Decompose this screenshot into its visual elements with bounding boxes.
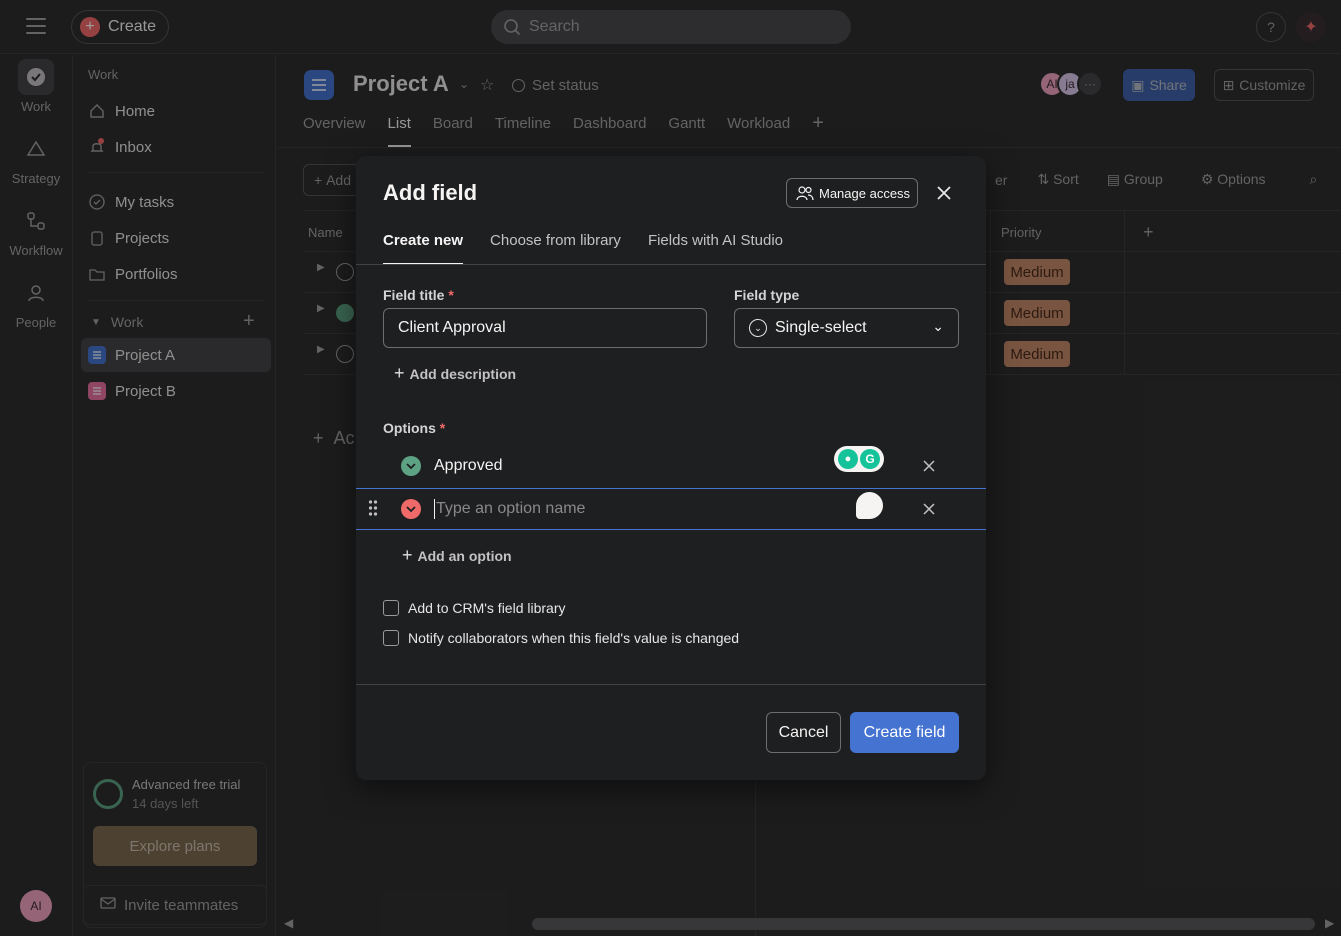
add-to-library-label: Add to CRM's field library [408, 600, 566, 616]
required-marker: * [439, 420, 446, 436]
options-label-text: Options [383, 420, 436, 436]
add-to-library-checkbox-row[interactable]: Add to CRM's field library [383, 600, 566, 616]
single-select-icon: ⌄ [749, 319, 767, 337]
option-color-icon[interactable] [401, 456, 421, 476]
people-icon [796, 186, 814, 201]
add-option-button[interactable]: + Add an option [402, 545, 512, 566]
option-name[interactable]: Approved [434, 457, 503, 475]
remove-option-button[interactable] [919, 456, 939, 476]
grammarly-bubble-icon[interactable] [856, 492, 883, 519]
manage-access-button[interactable]: Manage access [786, 178, 918, 208]
field-type-select[interactable]: ⌄ Single-select ⌄ [734, 308, 959, 348]
dialog-tabs: Create new Choose from library Fields wi… [383, 232, 810, 265]
grammarly-icon: G [860, 449, 880, 469]
notify-collaborators-checkbox[interactable] [383, 630, 399, 646]
manage-access-label: Manage access [819, 185, 911, 201]
dialog-title: Add field [383, 180, 478, 205]
option-name-input[interactable]: Type an option name [436, 500, 585, 518]
plus-icon: + [402, 545, 413, 565]
notify-collaborators-label: Notify collaborators when this field's v… [408, 630, 740, 646]
remove-option-button[interactable] [919, 499, 939, 519]
tab-choose-from-library[interactable]: Choose from library [490, 232, 621, 265]
add-description-button[interactable]: + Add description [394, 363, 516, 384]
close-icon [937, 186, 951, 200]
field-title-label-text: Field title [383, 287, 445, 303]
field-title-value: Client Approval [398, 319, 506, 336]
divider [356, 684, 986, 685]
drag-handle-icon[interactable] [368, 499, 378, 520]
close-icon [923, 503, 935, 515]
lightbulb-icon: ● [838, 449, 858, 469]
tab-fields-with-ai-studio[interactable]: Fields with AI Studio [648, 232, 783, 265]
field-title-input[interactable]: Client Approval [383, 308, 707, 348]
create-field-button[interactable]: Create field [850, 712, 959, 753]
field-title-label: Field title * [383, 287, 454, 303]
cancel-button[interactable]: Cancel [766, 712, 841, 753]
option-row[interactable]: Type an option name [356, 488, 986, 530]
text-cursor [434, 499, 435, 519]
chevron-down-icon: ⌄ [932, 318, 944, 334]
tab-create-new[interactable]: Create new [383, 232, 464, 265]
options-label: Options * [383, 420, 445, 436]
option-row[interactable]: Approved ● G [356, 445, 986, 487]
divider [356, 264, 986, 265]
close-icon [923, 460, 935, 472]
field-type-value: Single-select [775, 319, 867, 336]
add-option-label: Add an option [417, 547, 512, 564]
plus-icon: + [394, 363, 405, 383]
close-button[interactable] [932, 181, 956, 205]
option-color-icon[interactable] [401, 499, 421, 519]
add-description-label: Add description [409, 365, 517, 382]
add-to-library-checkbox[interactable] [383, 600, 399, 616]
field-type-label: Field type [734, 287, 800, 303]
grammarly-widget[interactable]: ● G [834, 446, 884, 472]
add-field-dialog: Add field Manage access Create new Choos… [356, 156, 986, 780]
notify-collaborators-checkbox-row[interactable]: Notify collaborators when this field's v… [383, 630, 739, 646]
required-marker: * [448, 287, 454, 303]
